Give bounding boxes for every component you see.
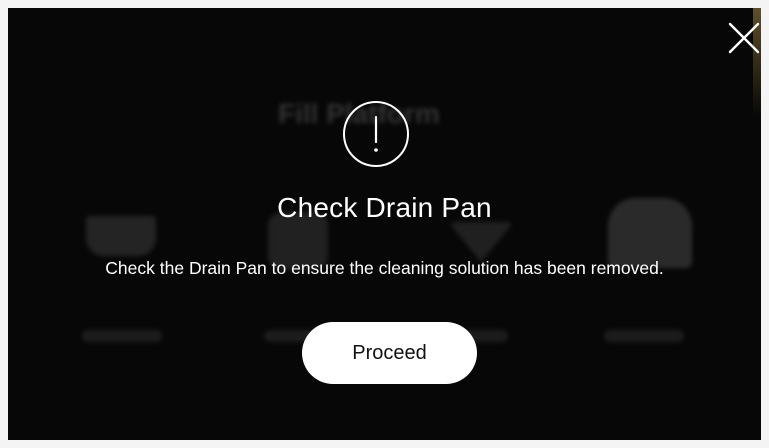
exclamation-circle-icon [342, 100, 410, 168]
close-icon [728, 22, 760, 54]
dialog-title: Check Drain Pan [277, 192, 492, 223]
close-button[interactable] [726, 20, 761, 56]
screen: Fill Platform Check Drain Pan Check the … [8, 8, 761, 440]
dialog-message: Check the Drain Pan to ensure the cleani… [105, 258, 664, 278]
alert-dialog: Check Drain Pan Check the Drain Pan to e… [8, 8, 761, 440]
proceed-button[interactable]: Proceed [302, 322, 477, 384]
